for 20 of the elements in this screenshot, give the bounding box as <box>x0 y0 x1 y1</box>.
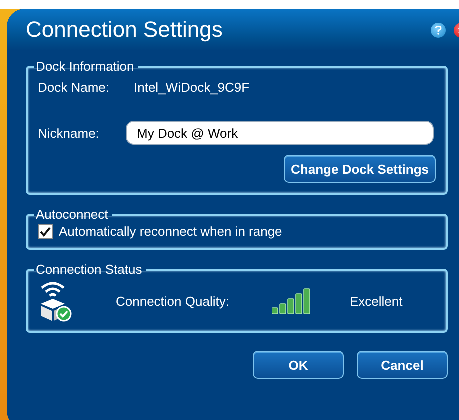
check-icon <box>40 226 51 236</box>
checkbox-label: Automatically reconnect when in range <box>59 224 282 239</box>
group-legend: Autoconnect <box>34 207 112 222</box>
help-icon <box>435 26 442 34</box>
change-dock-settings-button[interactable]: Change Dock Settings <box>284 155 436 183</box>
wireless-dock-icon <box>38 279 72 323</box>
field-label: Dock Name: <box>38 80 111 95</box>
group-legend: Connection Status <box>34 262 146 277</box>
help-button[interactable] <box>431 22 446 38</box>
group-legend: Dock Information <box>34 59 138 74</box>
dialog-button[interactable]: OK <box>253 351 344 379</box>
field-label: Nickname: <box>38 126 100 140</box>
dock-name-value: Intel_WiDock_9C9F <box>134 80 250 95</box>
field-label: Connection Quality: <box>116 294 230 308</box>
signal-bars-icon <box>272 288 312 314</box>
connection-quality-value: Excellent <box>350 294 403 308</box>
nickname-field[interactable]: My Dock @ Work <box>126 121 434 145</box>
dialog-button[interactable]: Cancel <box>357 351 448 379</box>
window-title: Connection Settings <box>26 17 224 43</box>
checkbox[interactable] <box>38 224 53 239</box>
